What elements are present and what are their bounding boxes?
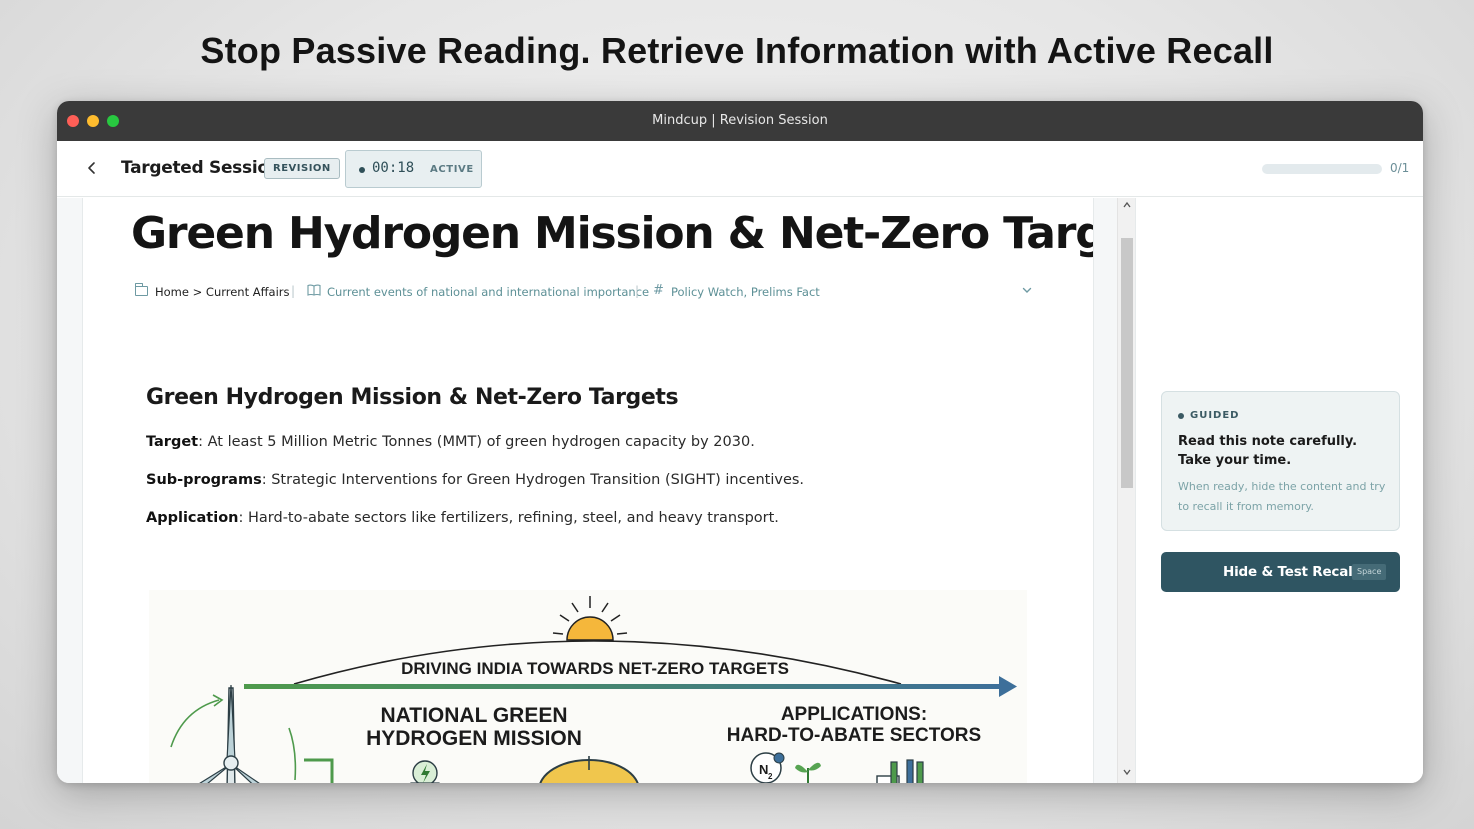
sun-icon xyxy=(552,596,628,641)
hide-test-recall-button[interactable]: Hide & Test Recall Space xyxy=(1161,552,1400,592)
expand-meta-button[interactable] xyxy=(1021,284,1033,299)
scroll-up-button[interactable] xyxy=(1118,200,1136,214)
cycle-arrow xyxy=(170,699,220,748)
factory-icon xyxy=(876,759,924,783)
window-titlebar: Mindcup | Revision Session xyxy=(57,101,1423,141)
chevron-up-icon xyxy=(1123,201,1131,208)
session-progress-count: 0/1 xyxy=(1390,161,1410,175)
wind-turbine-icon xyxy=(199,684,260,783)
window-title: Mindcup | Revision Session xyxy=(652,113,828,128)
note-infographic: DRIVING INDIA TOWARDS NET-ZERO TARGETS N… xyxy=(149,590,1027,783)
pipe-icon xyxy=(304,758,334,783)
chevron-down-icon xyxy=(1123,769,1131,776)
plant-sprout-icon xyxy=(795,762,821,783)
note-syllabus-topic[interactable]: Current events of national and internati… xyxy=(327,285,649,299)
recall-button-label: Hide & Test Recall xyxy=(1223,564,1357,580)
session-progress-bar xyxy=(1262,164,1382,174)
point-label: Sub-programs xyxy=(146,472,262,488)
note-section-title: Green Hydrogen Mission & Net-Zero Target… xyxy=(146,385,679,410)
back-button[interactable] xyxy=(83,157,101,179)
progress-arrow xyxy=(244,684,1004,689)
cycle-arrow xyxy=(288,727,297,781)
infographic-svg: DRIVING INDIA TOWARDS NET-ZERO TARGETS N… xyxy=(170,596,1017,783)
note-point-target: Target: At least 5 Million Metric Tonnes… xyxy=(146,434,755,450)
promo-headline: Stop Passive Reading. Retrieve Informati… xyxy=(200,30,1274,71)
scrollbar-thumb[interactable] xyxy=(1121,238,1133,488)
note-point-subprograms: Sub-programs: Strategic Interventions fo… xyxy=(146,472,804,488)
point-text: : Strategic Interventions for Green Hydr… xyxy=(261,472,805,488)
timer-status: ACTIVE xyxy=(430,164,474,175)
point-text: : At least 5 Million Metric Tonnes (MMT)… xyxy=(198,434,755,450)
note-document: Green Hydrogen Mission & Net-Zero Targ H… xyxy=(82,198,1094,783)
meta-divider: | xyxy=(291,284,296,298)
guide-status-dot xyxy=(1178,413,1184,419)
guide-subtext: When ready, hide the content and try to … xyxy=(1178,480,1386,513)
guide-instruction: Read this note carefully. Take your time… xyxy=(1178,434,1358,468)
point-label: Target xyxy=(146,434,199,450)
scrollbar-track[interactable] xyxy=(1117,198,1135,783)
molecule-label: N xyxy=(759,762,768,777)
note-meta-row: Home > Current Affairs | Current events … xyxy=(134,283,1035,302)
guide-sidebar: GUIDED Read this note carefully. Take yo… xyxy=(1135,198,1423,783)
point-text: : Hard-to-abate sectors like fertilizers… xyxy=(238,510,779,526)
book-icon xyxy=(307,284,321,296)
note-title: Green Hydrogen Mission & Net-Zero Targ xyxy=(131,208,1094,259)
session-timer: 00:18 ACTIVE xyxy=(345,150,482,188)
app-window: Mindcup | Revision Session Targeted Sess… xyxy=(57,101,1423,783)
scroll-down-button[interactable] xyxy=(1118,767,1136,781)
point-label: Application xyxy=(146,510,239,526)
folder-icon xyxy=(134,283,148,296)
timer-status-dot xyxy=(359,167,365,173)
applications-heading-line-2: HARD-TO-ABATE SECTORS xyxy=(727,725,981,746)
infographic-banner: DRIVING INDIA TOWARDS NET-ZERO TARGETS xyxy=(401,659,789,678)
arrow-head xyxy=(999,676,1017,697)
chevron-left-icon xyxy=(88,162,95,174)
molecule-subscript: 2 xyxy=(768,772,773,781)
mission-heading-line-1: NATIONAL GREEN xyxy=(380,704,567,727)
chevron-down-icon xyxy=(1022,287,1032,293)
guide-label: GUIDED xyxy=(1190,410,1240,421)
session-title: Targeted Session xyxy=(121,158,281,178)
meta-divider: | xyxy=(635,284,640,298)
mission-heading-line-2: HYDROGEN MISSION xyxy=(366,727,582,750)
note-viewport[interactable]: Green Hydrogen Mission & Net-Zero Targ H… xyxy=(57,198,1135,783)
note-tags[interactable]: Policy Watch, Prelims Fact xyxy=(671,285,820,299)
green-energy-badge-icon xyxy=(410,760,440,783)
guided-hint-card: GUIDED Read this note carefully. Take yo… xyxy=(1161,391,1400,531)
nitrogen-molecule-icon: N 2 xyxy=(750,752,785,783)
revision-badge: REVISION xyxy=(264,158,340,179)
target-dial-icon xyxy=(539,756,639,783)
hashtag-icon: # xyxy=(653,283,664,298)
note-breadcrumb[interactable]: Home > Current Affairs xyxy=(155,285,290,299)
applications-heading-line-1: APPLICATIONS: xyxy=(781,704,927,725)
session-topbar: Targeted Session REVISION 00:18 ACTIVE 0… xyxy=(57,141,1423,197)
keyboard-shortcut-badge: Space xyxy=(1352,564,1387,580)
timer-time: 00:18 xyxy=(372,160,415,176)
note-scrollbar[interactable] xyxy=(1093,198,1135,783)
note-point-application: Application: Hard-to-abate sectors like … xyxy=(146,510,779,526)
